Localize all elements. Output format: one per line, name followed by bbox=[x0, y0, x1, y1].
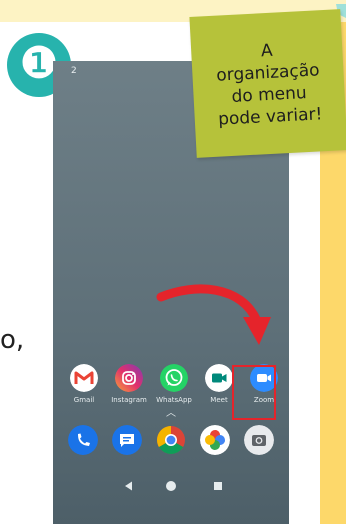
note-line: pode variar! bbox=[217, 103, 323, 130]
app-gmail[interactable]: Gmail bbox=[62, 364, 106, 404]
chrome-icon[interactable] bbox=[156, 425, 186, 455]
note-line: A bbox=[260, 40, 274, 61]
app-drawer-chevron-icon[interactable]: ︿ bbox=[166, 404, 176, 419]
gmail-icon bbox=[70, 364, 98, 392]
recents-icon[interactable] bbox=[214, 482, 222, 490]
back-icon[interactable] bbox=[125, 481, 132, 491]
messages-icon[interactable] bbox=[112, 425, 142, 455]
cropped-text: o, bbox=[0, 325, 25, 355]
note-card: A organização do menu pode variar! bbox=[189, 9, 346, 158]
navigation-bar bbox=[125, 481, 222, 491]
instagram-icon bbox=[115, 364, 143, 392]
app-instagram[interactable]: Instagram bbox=[107, 364, 151, 404]
app-label: WhatsApp bbox=[156, 396, 192, 404]
zoom-highlight-box bbox=[232, 365, 276, 420]
status-bar-time: 2 bbox=[71, 66, 77, 76]
app-label: Gmail bbox=[73, 396, 95, 404]
camera-icon[interactable] bbox=[244, 425, 274, 455]
app-label: Instagram bbox=[111, 396, 147, 404]
home-icon[interactable] bbox=[166, 481, 176, 491]
meet-icon bbox=[205, 364, 233, 392]
app-whatsapp[interactable]: WhatsApp bbox=[152, 364, 196, 404]
dock bbox=[62, 425, 287, 461]
phone-icon[interactable] bbox=[68, 425, 98, 455]
curved-arrow bbox=[156, 284, 271, 345]
whatsapp-icon bbox=[160, 364, 188, 392]
photos-icon[interactable] bbox=[200, 425, 230, 455]
